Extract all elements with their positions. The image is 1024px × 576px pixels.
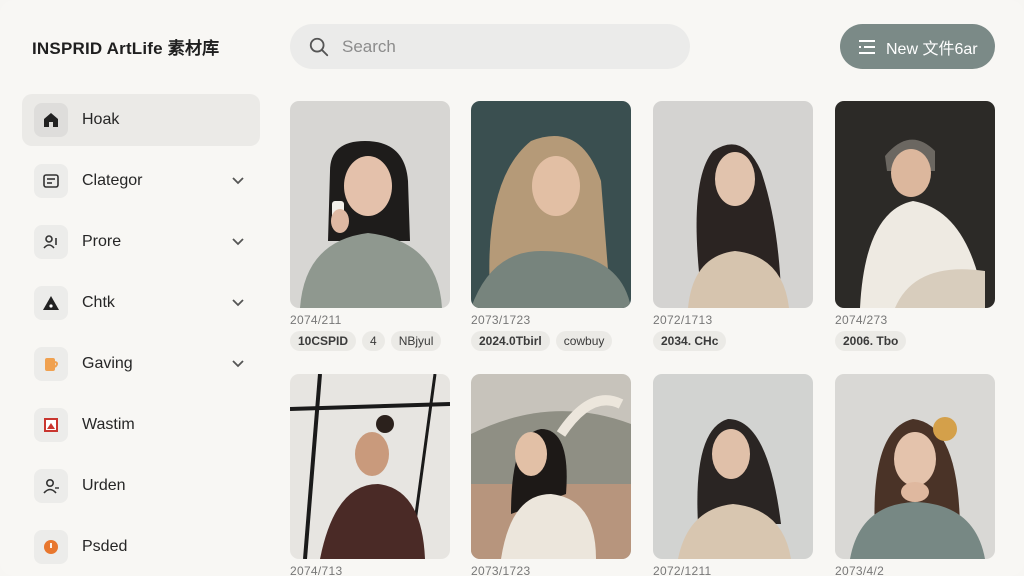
sidebar-item-gaving[interactable]: Gaving: [22, 338, 260, 390]
category-icon: [34, 164, 68, 198]
search-icon: [309, 37, 329, 56]
sidebar-item-psded[interactable]: Psded: [22, 521, 260, 573]
sidebar-item-chtk[interactable]: Chtk: [22, 277, 260, 329]
search-input[interactable]: Search: [342, 37, 396, 57]
app-window: INSPRID ArtLife 素材库 Search New 文件6ar Hoa…: [0, 0, 1024, 576]
chevron-down-icon[interactable]: [230, 295, 246, 311]
sidebar-item-label: Wastim: [82, 416, 135, 433]
card-date: 2074/211: [290, 313, 342, 327]
list-icon: [859, 39, 875, 54]
sidebar-item-label: Gaving: [82, 355, 133, 372]
gallery-card[interactable]: 2073/1723: [471, 374, 631, 576]
home-icon: [34, 103, 68, 137]
clock-icon: [34, 530, 68, 564]
tag-chip[interactable]: cowbuy: [555, 331, 613, 351]
gallery-card[interactable]: 2074/273 2006. Tbo: [835, 101, 995, 351]
photo-thumbnail[interactable]: [653, 101, 813, 308]
chevron-down-icon[interactable]: [230, 234, 246, 250]
tag-chip[interactable]: 2034. CHc: [653, 331, 727, 351]
gallery-card[interactable]: 2074/713: [290, 374, 450, 576]
new-file-button-label: New 文件6ar: [886, 40, 978, 58]
tag-chip[interactable]: 2006. Tbo: [835, 331, 907, 351]
sidebar-item-prore[interactable]: Prore: [22, 216, 260, 268]
tag-chip[interactable]: NBjyul: [390, 331, 442, 351]
people-icon: [34, 225, 68, 259]
bookmark-icon: [34, 408, 68, 442]
card-date: 2073/1723: [471, 313, 531, 327]
tag-chip[interactable]: 4: [362, 331, 385, 351]
card-date: 2073/4/2: [835, 564, 885, 576]
gallery-card[interactable]: 2074/211 10CSPID 4 NBjyul: [290, 101, 450, 351]
chevron-down-icon[interactable]: [230, 173, 246, 189]
photo-thumbnail[interactable]: [290, 101, 450, 308]
tag-chip[interactable]: 2024.0Tbirl: [471, 331, 550, 351]
user-icon: [34, 469, 68, 503]
gallery-card[interactable]: 2073/4/2: [835, 374, 995, 576]
gallery-card[interactable]: 2073/1723 2024.0Tbirl cowbuy: [471, 101, 631, 351]
photo-thumbnail[interactable]: [290, 374, 450, 559]
gallery-card[interactable]: 2072/1713 2034. CHc: [653, 101, 813, 351]
card-tags: 10CSPID 4 NBjyul: [290, 331, 450, 351]
sidebar: Hoak Clategor Prore Chtk Gaving Wastim U…: [22, 94, 260, 576]
card-date: 2074/273: [835, 313, 888, 327]
sidebar-item-wastim[interactable]: Wastim: [22, 399, 260, 451]
sidebar-item-label: Prore: [82, 233, 122, 250]
cup-icon: [34, 347, 68, 381]
sidebar-item-label: Hoak: [82, 111, 120, 128]
app-brand: INSPRID ArtLife 素材库: [32, 39, 220, 58]
photo-thumbnail[interactable]: [835, 374, 995, 559]
card-tags: 2034. CHc: [653, 331, 813, 351]
photo-thumbnail[interactable]: [653, 374, 813, 559]
sidebar-item-label: Urden: [82, 477, 126, 494]
photo-thumbnail[interactable]: [471, 101, 631, 308]
sidebar-item-label: Clategor: [82, 172, 143, 189]
card-date: 2074/713: [290, 564, 343, 576]
sidebar-item-home[interactable]: Hoak: [22, 94, 260, 146]
triangle-icon: [34, 286, 68, 320]
sidebar-item-category[interactable]: Clategor: [22, 155, 260, 207]
sidebar-item-urden[interactable]: Urden: [22, 460, 260, 512]
sidebar-item-label: Psded: [82, 538, 128, 555]
tag-chip[interactable]: 10CSPID: [290, 331, 357, 351]
card-date: 2073/1723: [471, 564, 531, 576]
photo-thumbnail[interactable]: [835, 101, 995, 308]
sidebar-item-label: Chtk: [82, 294, 115, 311]
new-file-button[interactable]: New 文件6ar: [840, 24, 995, 69]
card-date: 2072/1713: [653, 313, 713, 327]
search-bar[interactable]: Search: [290, 24, 690, 69]
card-tags: 2006. Tbo: [835, 331, 995, 351]
card-tags: 2024.0Tbirl cowbuy: [471, 331, 631, 351]
chevron-down-icon[interactable]: [230, 356, 246, 372]
photo-thumbnail[interactable]: [471, 374, 631, 559]
gallery-card[interactable]: 2072/1211: [653, 374, 813, 576]
card-date: 2072/1211: [653, 564, 712, 576]
